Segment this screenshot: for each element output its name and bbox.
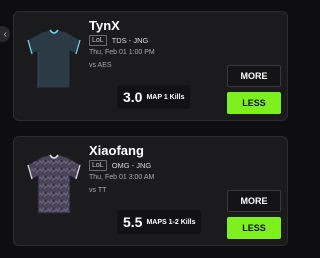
player-name: TynX	[89, 18, 120, 33]
league-badge: LoL	[89, 160, 107, 171]
projection-box: 5.5 MAPS 1-2 Kills	[117, 210, 202, 234]
opponent: vs AES	[89, 62, 112, 69]
less-button[interactable]: LESS	[227, 217, 281, 239]
team-position: OMG - JNG	[111, 161, 152, 170]
jersey-icon	[27, 29, 81, 89]
jersey-icon	[27, 154, 81, 214]
opponent: vs TT	[89, 187, 107, 194]
projection-card: Xiaofang LoL OMG - JNG Thu, Feb 01 3:00 …	[13, 136, 288, 246]
game-time: Thu, Feb 01 3:00 AM	[89, 174, 155, 181]
projection-value: 5.5	[123, 214, 143, 230]
projection-card: TynX LoL TDS - JNG Thu, Feb 01 1:00 PM v…	[13, 11, 288, 121]
projection-box: 3.0 MAP 1 Kills	[117, 85, 191, 109]
projection-stat: MAP 1 Kills	[146, 93, 185, 101]
projection-value: 3.0	[123, 89, 143, 105]
game-time: Thu, Feb 01 1:00 PM	[89, 49, 155, 56]
more-button[interactable]: MORE	[227, 190, 281, 212]
scroll-left-icon[interactable]: ‹	[0, 26, 10, 42]
league-badge: LoL	[89, 35, 107, 46]
player-meta: LoL OMG - JNG	[89, 160, 151, 171]
less-button[interactable]: LESS	[227, 92, 281, 114]
player-meta: LoL TDS - JNG	[89, 35, 148, 46]
projection-stat: MAPS 1-2 Kills	[146, 218, 196, 226]
team-position: TDS - JNG	[111, 36, 149, 45]
more-button[interactable]: MORE	[227, 65, 281, 87]
player-name: Xiaofang	[89, 143, 144, 158]
